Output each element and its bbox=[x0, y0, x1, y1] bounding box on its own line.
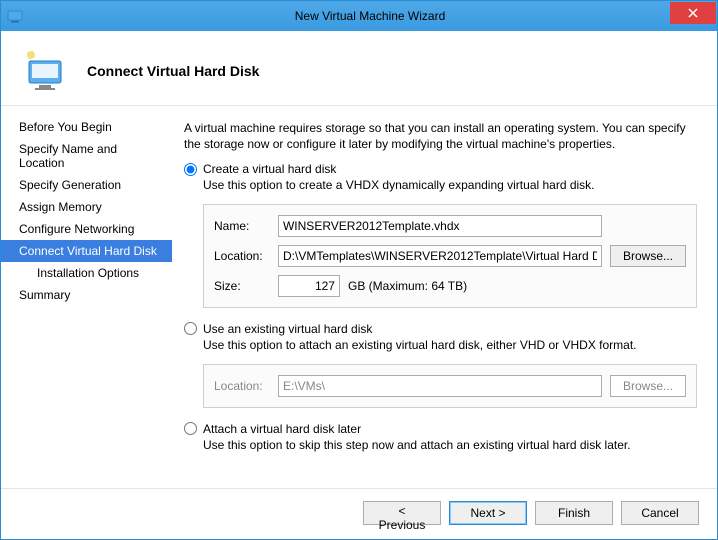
option-existing-head[interactable]: Use an existing virtual hard disk bbox=[184, 322, 697, 336]
size-label: Size: bbox=[214, 279, 270, 293]
body: Before You Begin Specify Name and Locati… bbox=[1, 105, 717, 488]
finish-button[interactable]: Finish bbox=[535, 501, 613, 525]
sidebar-item-summary[interactable]: Summary bbox=[1, 284, 172, 306]
option-existing: Use an existing virtual hard disk Use th… bbox=[184, 322, 697, 408]
footer: < Previous Next > Finish Cancel bbox=[1, 488, 717, 539]
size-input[interactable] bbox=[278, 275, 340, 297]
sidebar: Before You Begin Specify Name and Locati… bbox=[1, 106, 172, 488]
titlebar: New Virtual Machine Wizard bbox=[1, 1, 717, 31]
location-label: Location: bbox=[214, 249, 270, 263]
option-existing-label: Use an existing virtual hard disk bbox=[203, 322, 372, 336]
existing-browse-button: Browse... bbox=[610, 375, 686, 397]
sidebar-item-assign-memory[interactable]: Assign Memory bbox=[1, 196, 172, 218]
header: Connect Virtual Hard Disk bbox=[1, 31, 717, 105]
option-later-head[interactable]: Attach a virtual hard disk later bbox=[184, 422, 697, 436]
option-later-desc: Use this option to skip this step now an… bbox=[203, 438, 697, 454]
wizard-icon bbox=[21, 47, 69, 95]
option-create-desc: Use this option to create a VHDX dynamic… bbox=[203, 178, 697, 194]
content: A virtual machine requires storage so th… bbox=[172, 106, 717, 488]
option-later-radio[interactable] bbox=[184, 422, 197, 435]
sidebar-item-before-you-begin[interactable]: Before You Begin bbox=[1, 116, 172, 138]
option-create-radio[interactable] bbox=[184, 163, 197, 176]
option-create: Create a virtual hard disk Use this opti… bbox=[184, 162, 697, 308]
option-existing-radio[interactable] bbox=[184, 322, 197, 335]
sidebar-item-specify-name[interactable]: Specify Name and Location bbox=[1, 138, 172, 174]
size-suffix: GB (Maximum: 64 TB) bbox=[348, 279, 467, 293]
close-button[interactable] bbox=[670, 2, 716, 24]
existing-fieldbox: Location: Browse... bbox=[203, 364, 697, 408]
existing-location-label: Location: bbox=[214, 379, 270, 393]
window-title: New Virtual Machine Wizard bbox=[23, 9, 717, 23]
sidebar-item-installation-options[interactable]: Installation Options bbox=[1, 262, 172, 284]
browse-button[interactable]: Browse... bbox=[610, 245, 686, 267]
option-existing-desc: Use this option to attach an existing vi… bbox=[203, 338, 697, 354]
name-input[interactable] bbox=[278, 215, 602, 237]
intro-text: A virtual machine requires storage so th… bbox=[184, 120, 697, 152]
option-create-label: Create a virtual hard disk bbox=[203, 162, 336, 176]
option-later: Attach a virtual hard disk later Use thi… bbox=[184, 422, 697, 454]
name-label: Name: bbox=[214, 219, 270, 233]
existing-location-input bbox=[278, 375, 602, 397]
sidebar-item-connect-vhd[interactable]: Connect Virtual Hard Disk bbox=[1, 240, 172, 262]
next-button[interactable]: Next > bbox=[449, 501, 527, 525]
previous-button[interactable]: < Previous bbox=[363, 501, 441, 525]
page-title: Connect Virtual Hard Disk bbox=[87, 63, 259, 79]
location-input[interactable] bbox=[278, 245, 602, 267]
option-later-label: Attach a virtual hard disk later bbox=[203, 422, 361, 436]
option-create-head[interactable]: Create a virtual hard disk bbox=[184, 162, 697, 176]
sidebar-item-configure-networking[interactable]: Configure Networking bbox=[1, 218, 172, 240]
sidebar-item-specify-generation[interactable]: Specify Generation bbox=[1, 174, 172, 196]
cancel-button[interactable]: Cancel bbox=[621, 501, 699, 525]
create-fieldbox: Name: Location: Browse... Size: GB (Maxi… bbox=[203, 204, 697, 308]
wizard-window: New Virtual Machine Wizard Connect Virtu… bbox=[0, 0, 718, 540]
app-icon bbox=[7, 8, 23, 24]
